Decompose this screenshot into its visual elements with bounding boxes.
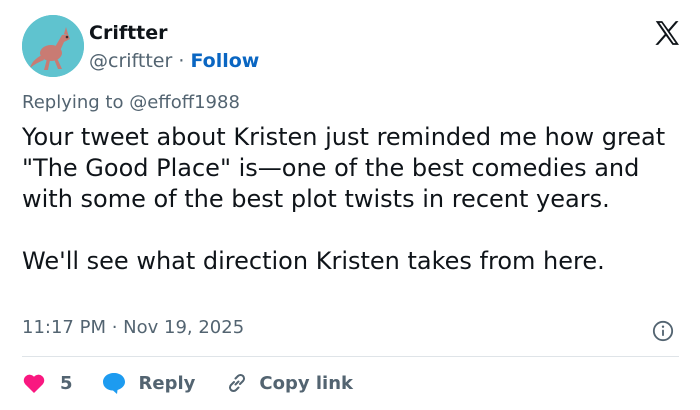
info-icon[interactable]	[652, 320, 674, 342]
like-count: 5	[60, 372, 73, 394]
author-handle-line: @criftter · Follow	[89, 50, 259, 72]
tweet-header: Criftter @criftter · Follow	[22, 15, 682, 79]
author-name[interactable]: Criftter	[89, 22, 168, 44]
x-logo-icon[interactable]	[652, 18, 682, 48]
heart-icon	[23, 374, 45, 393]
handle-separator: ·	[178, 50, 185, 72]
speech-bubble-icon	[102, 373, 125, 394]
avatar[interactable]	[22, 15, 84, 77]
author-handle[interactable]: @criftter	[89, 50, 172, 72]
replying-to-line: Replying to @effoff1988	[22, 92, 240, 113]
follow-button[interactable]: Follow	[190, 50, 259, 72]
link-icon	[229, 373, 246, 393]
kangaroo-avatar-icon	[22, 15, 84, 77]
reply-button[interactable]: Reply	[101, 371, 196, 395]
divider	[22, 356, 679, 357]
copy-link-label: Copy link	[259, 372, 353, 394]
tweet-text: Your tweet about Kristen just reminded m…	[22, 123, 666, 275]
tweet-actions: 5 Reply Copy link	[22, 368, 353, 398]
copy-link-button[interactable]: Copy link	[225, 371, 353, 395]
tweet-embed-card: Criftter @criftter · Follow Replying to …	[0, 0, 700, 410]
like-button[interactable]: 5	[22, 372, 73, 394]
replying-to-prefix: Replying to	[22, 92, 124, 113]
tweet-timestamp[interactable]: 11:17 PM · Nov 19, 2025	[22, 317, 244, 338]
reply-label: Reply	[138, 372, 196, 394]
replying-to-handle[interactable]: @effoff1988	[129, 92, 240, 113]
